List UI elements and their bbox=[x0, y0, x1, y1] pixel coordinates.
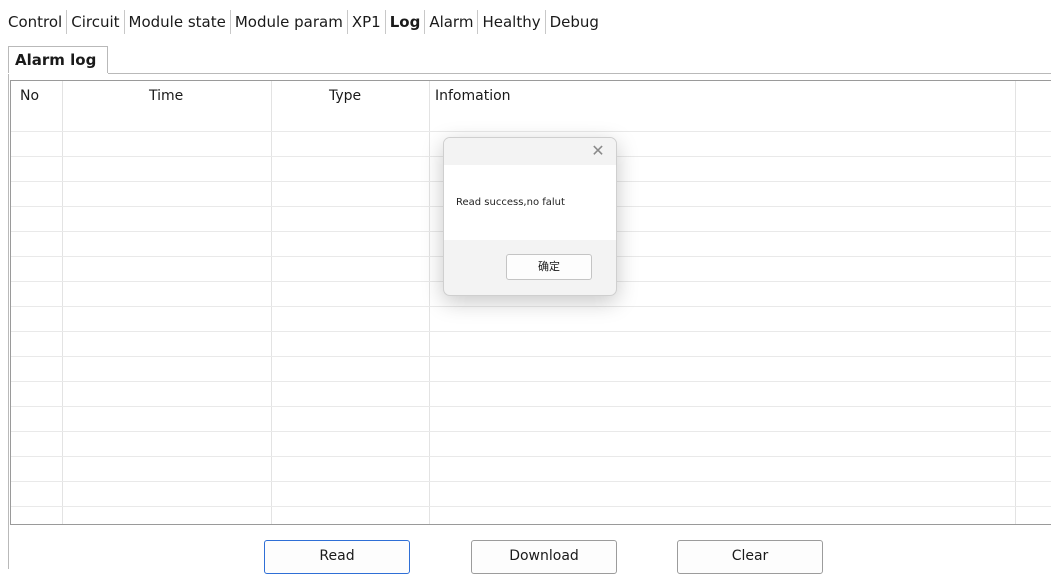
column-divider bbox=[62, 81, 63, 524]
dialog-body: Read success,no falut bbox=[444, 165, 616, 240]
tab-module-param[interactable]: Module param bbox=[231, 10, 347, 34]
tab-alarm[interactable]: Alarm bbox=[425, 10, 477, 34]
column-header-information[interactable]: Infomation bbox=[435, 81, 511, 111]
tab-circuit[interactable]: Circuit bbox=[67, 10, 123, 34]
row-divider bbox=[11, 506, 1051, 507]
row-divider bbox=[11, 481, 1051, 482]
tab-log[interactable]: Log bbox=[386, 10, 425, 34]
row-divider bbox=[11, 306, 1051, 307]
main-tab-bar: Control Circuit Module state Module para… bbox=[0, 0, 1051, 44]
row-divider bbox=[11, 356, 1051, 357]
table-header: No Time Type Infomation bbox=[11, 81, 1051, 111]
row-divider bbox=[11, 431, 1051, 432]
row-divider bbox=[11, 381, 1051, 382]
close-icon[interactable]: ✕ bbox=[588, 140, 608, 162]
dialog-ok-button[interactable]: 确定 bbox=[506, 254, 592, 280]
row-divider bbox=[11, 131, 1051, 132]
column-header-no[interactable]: No bbox=[20, 81, 39, 111]
message-dialog: ✕ Read success,no falut 确定 bbox=[443, 137, 617, 296]
column-header-type[interactable]: Type bbox=[329, 81, 361, 111]
row-divider bbox=[11, 331, 1051, 332]
row-divider bbox=[11, 406, 1051, 407]
tab-debug[interactable]: Debug bbox=[546, 10, 603, 34]
sub-tab-divider bbox=[108, 73, 1051, 74]
column-divider bbox=[429, 81, 430, 524]
column-divider bbox=[1015, 81, 1016, 524]
dialog-message: Read success,no falut bbox=[456, 197, 565, 208]
row-divider bbox=[11, 456, 1051, 457]
tab-healthy[interactable]: Healthy bbox=[478, 10, 544, 34]
dialog-title-bar: ✕ bbox=[444, 138, 616, 164]
tab-alarm-log[interactable]: Alarm log bbox=[8, 46, 108, 73]
tab-module-state[interactable]: Module state bbox=[125, 10, 230, 34]
column-divider bbox=[271, 81, 272, 524]
column-header-time[interactable]: Time bbox=[149, 81, 183, 111]
tab-xp1[interactable]: XP1 bbox=[348, 10, 385, 34]
panel-left-border bbox=[8, 74, 9, 569]
tab-control[interactable]: Control bbox=[4, 10, 66, 34]
